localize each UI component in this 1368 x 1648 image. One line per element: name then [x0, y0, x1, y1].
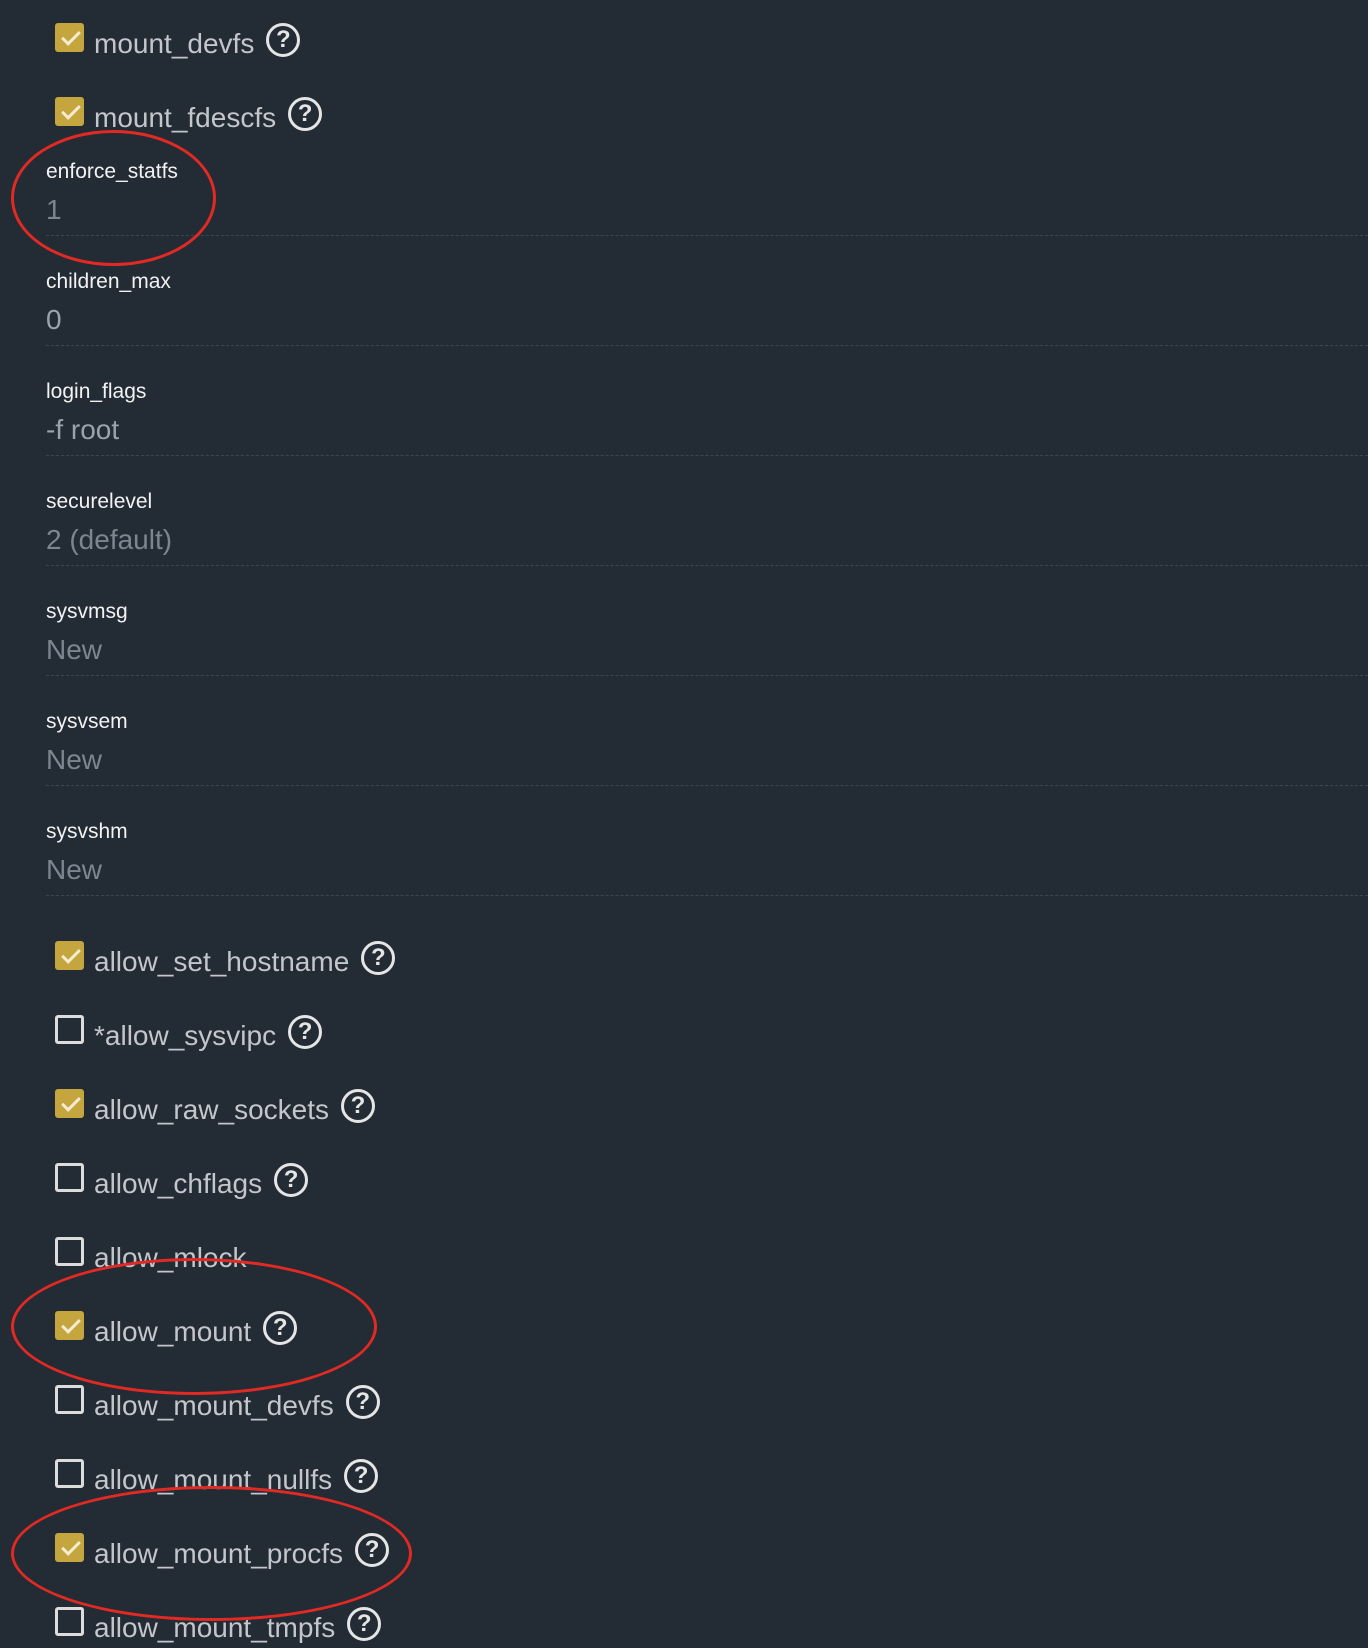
- allow-sysvipc-checkbox[interactable]: [55, 1014, 84, 1044]
- field-value[interactable]: New: [46, 634, 102, 666]
- checkbox-row-allow-mount-procfs: allow_mount_procfs ?: [55, 1530, 390, 1570]
- mount-fdescfs-checkbox[interactable]: [55, 96, 84, 126]
- help-icon[interactable]: ?: [361, 941, 396, 975]
- field-value[interactable]: 1: [46, 194, 62, 226]
- allow-mount-procfs-label[interactable]: allow_mount_procfs: [94, 1534, 343, 1574]
- mount-devfs-label[interactable]: mount_devfs: [94, 24, 254, 64]
- allow-mount-tmpfs-label[interactable]: allow_mount_tmpfs: [94, 1608, 335, 1648]
- field-label: children_max: [46, 270, 171, 293]
- field-sysvmsg[interactable]: sysvmsg New: [46, 590, 1368, 700]
- allow-mount-devfs-checkbox[interactable]: [55, 1384, 84, 1414]
- field-label: sysvsem: [46, 710, 128, 733]
- field-underline: [46, 675, 1368, 676]
- help-icon[interactable]: ?: [266, 23, 301, 57]
- field-securelevel[interactable]: securelevel 2 (default): [46, 480, 1368, 590]
- help-icon[interactable]: ?: [288, 1015, 323, 1049]
- allow-raw-sockets-checkbox[interactable]: [55, 1088, 84, 1118]
- checkbox-row-mount-fdescfs: mount_fdescfs ?: [55, 94, 323, 134]
- field-enforce-statfs[interactable]: enforce_statfs 1: [46, 150, 1368, 260]
- field-underline: [46, 785, 1368, 786]
- help-icon[interactable]: ?: [341, 1089, 375, 1123]
- allow-mount-checkbox[interactable]: [55, 1310, 84, 1340]
- allow-mount-label[interactable]: allow_mount: [94, 1312, 251, 1352]
- field-underline: [46, 895, 1368, 896]
- help-icon[interactable]: ?: [347, 1607, 382, 1641]
- field-value[interactable]: -f root: [46, 414, 119, 446]
- field-underline: [46, 565, 1368, 566]
- field-value[interactable]: New: [46, 744, 102, 776]
- checkbox-row-mount-devfs: mount_devfs ?: [55, 20, 301, 60]
- checkbox-row-allow-mount-nullfs: allow_mount_nullfs ?: [55, 1456, 379, 1496]
- mount-devfs-checkbox[interactable]: [55, 22, 84, 52]
- field-underline: [46, 235, 1368, 236]
- checkbox-row-allow-mount-tmpfs: allow_mount_tmpfs ?: [55, 1604, 382, 1644]
- checkbox-row-allow-sysvipc: *allow_sysvipc ?: [55, 1012, 323, 1052]
- field-value[interactable]: New: [46, 854, 102, 886]
- checkbox-row-allow-raw-sockets: allow_raw_sockets ?: [55, 1086, 375, 1126]
- allow-set-hostname-checkbox[interactable]: [55, 940, 84, 970]
- field-children-max[interactable]: children_max 0: [46, 260, 1368, 370]
- allow-mount-procfs-checkbox[interactable]: [55, 1532, 84, 1562]
- allow-chflags-checkbox[interactable]: [55, 1162, 84, 1192]
- checkbox-row-allow-set-hostname: allow_set_hostname ?: [55, 938, 396, 978]
- field-value[interactable]: 0: [46, 304, 62, 336]
- field-underline: [46, 345, 1368, 346]
- allow-mount-devfs-label[interactable]: allow_mount_devfs: [94, 1386, 334, 1426]
- allow-set-hostname-label[interactable]: allow_set_hostname: [94, 942, 349, 982]
- checkbox-row-allow-mount-devfs: allow_mount_devfs ?: [55, 1382, 380, 1422]
- help-icon[interactable]: ?: [263, 1311, 298, 1345]
- allow-mount-tmpfs-checkbox[interactable]: [55, 1606, 84, 1636]
- allow-raw-sockets-label[interactable]: allow_raw_sockets: [94, 1090, 329, 1130]
- allow-mlock-label[interactable]: allow_mlock: [94, 1238, 247, 1278]
- checkbox-row-allow-mount: allow_mount ?: [55, 1308, 298, 1348]
- field-sysvshm[interactable]: sysvshm New: [46, 810, 1368, 920]
- field-label: login_flags: [46, 380, 147, 403]
- field-label: securelevel: [46, 490, 153, 513]
- allow-sysvipc-label[interactable]: *allow_sysvipc: [94, 1016, 276, 1056]
- allow-mount-nullfs-checkbox[interactable]: [55, 1458, 84, 1488]
- allow-mount-nullfs-label[interactable]: allow_mount_nullfs: [94, 1460, 332, 1500]
- help-icon[interactable]: ?: [274, 1163, 309, 1197]
- field-label: enforce_statfs: [46, 160, 178, 183]
- field-value[interactable]: 2 (default): [46, 524, 172, 556]
- help-icon[interactable]: ?: [344, 1459, 379, 1493]
- help-icon[interactable]: ?: [345, 1385, 380, 1419]
- mount-fdescfs-label[interactable]: mount_fdescfs: [94, 98, 276, 138]
- field-sysvsem[interactable]: sysvsem New: [46, 700, 1368, 810]
- field-label: sysvmsg: [46, 600, 128, 623]
- help-icon[interactable]: ?: [288, 97, 323, 131]
- allow-mlock-checkbox[interactable]: [55, 1236, 84, 1266]
- checkbox-row-allow-chflags: allow_chflags ?: [55, 1160, 309, 1200]
- field-label: sysvshm: [46, 820, 128, 843]
- field-login-flags[interactable]: login_flags -f root: [46, 370, 1368, 480]
- field-underline: [46, 455, 1368, 456]
- checkbox-row-allow-mlock: allow_mlock: [55, 1234, 247, 1274]
- help-icon[interactable]: ?: [355, 1533, 390, 1567]
- allow-chflags-label[interactable]: allow_chflags: [94, 1164, 262, 1204]
